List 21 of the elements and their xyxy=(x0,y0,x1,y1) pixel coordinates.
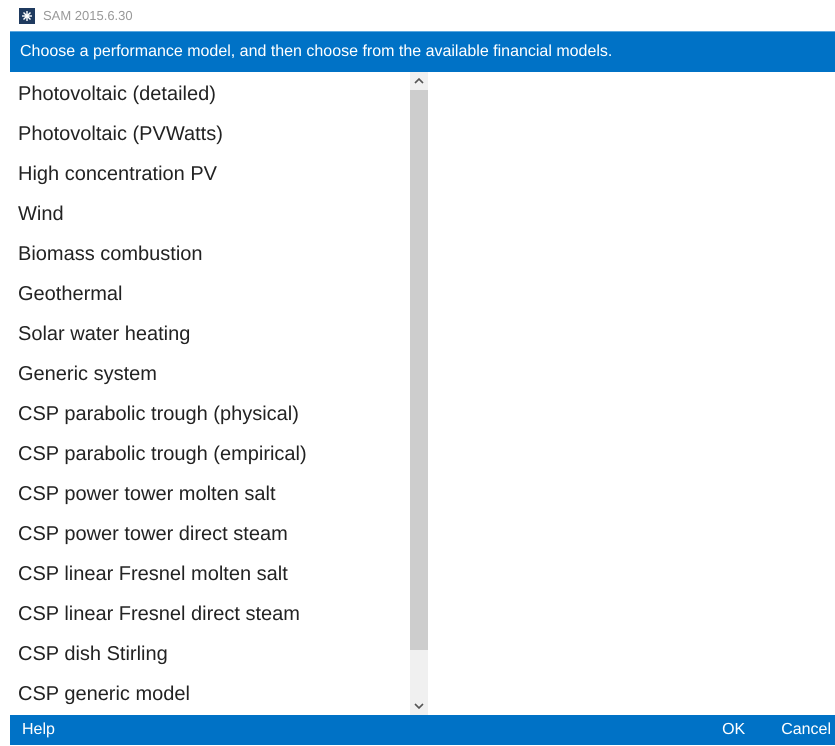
list-item[interactable]: Generic system xyxy=(10,354,410,394)
list-item[interactable]: CSP generic model xyxy=(10,674,410,714)
instruction-banner: Choose a performance model, and then choose from the available financial models. xyxy=(10,31,835,72)
list-item[interactable]: Biomass combustion xyxy=(10,234,410,274)
list-item[interactable]: Photovoltaic (detailed) xyxy=(10,74,410,114)
list-item[interactable]: Geothermal xyxy=(10,274,410,314)
scroll-up-icon[interactable] xyxy=(414,78,424,84)
list-item[interactable]: CSP parabolic trough (empirical) xyxy=(10,434,410,474)
list-item[interactable]: CSP parabolic trough (physical) xyxy=(10,394,410,434)
list-item[interactable]: Photovoltaic (PVWatts) xyxy=(10,114,410,154)
list-item[interactable]: CSP power tower direct steam xyxy=(10,514,410,554)
list-item[interactable]: CSP linear Fresnel molten salt xyxy=(10,554,410,594)
window-title: SAM 2015.6.30 xyxy=(43,8,133,23)
list-item[interactable]: CSP power tower molten salt xyxy=(10,474,410,514)
list-item[interactable]: High concentration PV xyxy=(10,154,410,194)
scroll-down-icon[interactable] xyxy=(414,703,424,709)
app-icon xyxy=(19,8,35,24)
list-item[interactable]: CSP dish Stirling xyxy=(10,634,410,674)
list-item[interactable]: Wind xyxy=(10,194,410,234)
list-item[interactable]: Solar water heating xyxy=(10,314,410,354)
list-item[interactable]: CSP linear Fresnel direct steam xyxy=(10,594,410,634)
